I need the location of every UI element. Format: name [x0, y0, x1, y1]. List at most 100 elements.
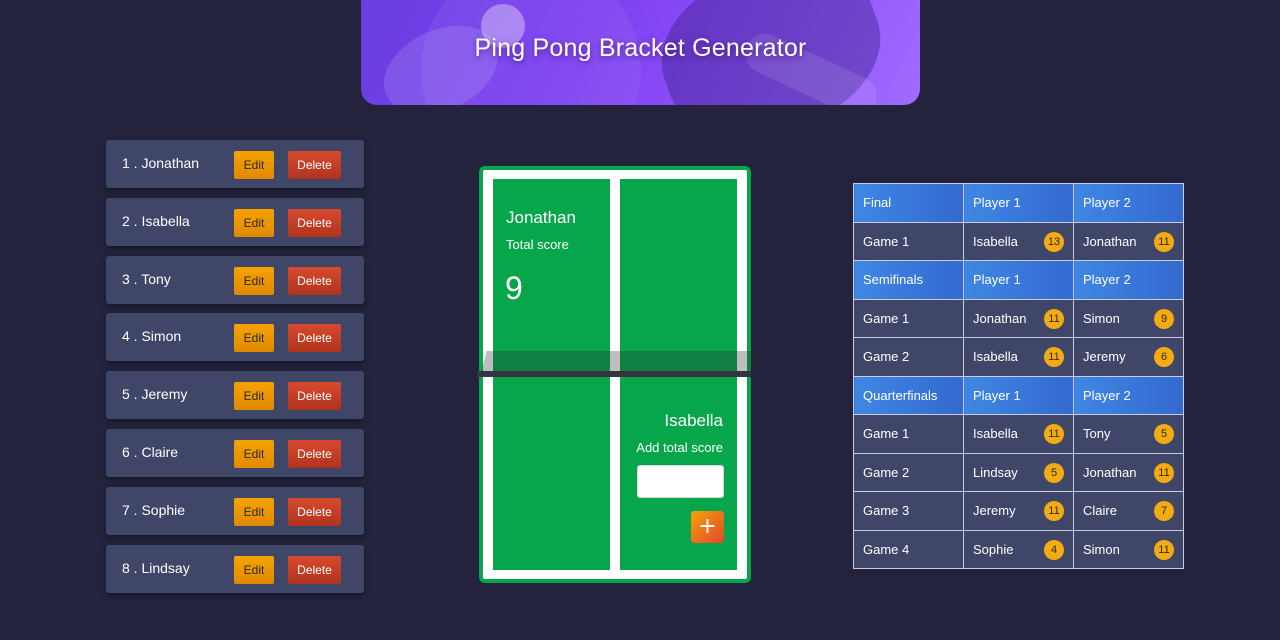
delete-button[interactable]: Delete — [288, 208, 341, 237]
header-banner: Ping Pong Bracket Generator — [361, 0, 920, 105]
player-name: 5 . Jeremy — [122, 386, 188, 403]
player-name: Jonathan — [973, 310, 1027, 326]
score-badge: 4 — [1044, 539, 1064, 560]
edit-button[interactable]: Edit — [234, 382, 274, 411]
player-row: 7 . Sophie Edit Delete — [106, 486, 364, 535]
player-name: Jeremy — [973, 503, 1016, 519]
bracket-game-row: Game 3 Jeremy 11 Claire 7 — [853, 491, 1184, 531]
player1-cell: Lindsay 5 — [963, 452, 1074, 492]
bracket-round-header: Final Player 1 Player 2 — [853, 183, 1184, 223]
player2-cell: Claire 7 — [1073, 491, 1184, 531]
player-name: Lindsay — [973, 464, 1018, 480]
score-badge: 9 — [1154, 308, 1174, 329]
bracket-game-row: Game 1 Isabella 11 Tony 5 — [853, 414, 1184, 454]
court-quadrant — [493, 377, 610, 570]
player-name: Sophie — [973, 541, 1014, 557]
player-name: Jonathan — [1083, 233, 1137, 249]
game-label: Game 2 — [853, 452, 964, 492]
edit-button[interactable]: Edit — [234, 497, 274, 526]
player2-cell: Jonathan 11 — [1073, 221, 1184, 261]
game-label: Game 2 — [853, 337, 964, 377]
player1-name: Jonathan — [506, 208, 576, 227]
player2-cell: Tony 5 — [1073, 414, 1184, 454]
player-name: Isabella — [973, 426, 1018, 442]
edit-button[interactable]: Edit — [234, 324, 274, 353]
round-title: Quarterfinals — [853, 375, 964, 415]
bracket-game-row: Game 4 Sophie 4 Simon 11 — [853, 529, 1184, 569]
player1-total-score: 9 — [505, 270, 523, 306]
game-label: Game 1 — [853, 298, 964, 338]
column-header: Player 1 — [963, 260, 1074, 300]
player-name: 1 . Jonathan — [122, 155, 200, 171]
column-header: Player 2 — [1073, 375, 1184, 415]
page-title: Ping Pong Bracket Generator — [474, 34, 807, 62]
player1-cell: Jonathan 11 — [963, 298, 1074, 338]
player-name: Isabella — [973, 349, 1018, 365]
total-score-input[interactable] — [637, 465, 724, 498]
add-score-button[interactable]: + — [691, 511, 724, 543]
player-name: Tony — [1083, 426, 1111, 442]
delete-button[interactable]: Delete — [288, 324, 341, 353]
edit-button[interactable]: Edit — [234, 266, 274, 295]
score-badge: 11 — [1044, 501, 1064, 521]
round-title: Semifinals — [853, 260, 964, 300]
column-header: Player 2 — [1073, 183, 1184, 223]
player-name: Jeremy — [1083, 349, 1126, 365]
score-badge: 11 — [1044, 308, 1064, 329]
game-label: Game 1 — [853, 414, 964, 454]
score-badge: 11 — [1154, 462, 1174, 483]
player-name: Jonathan — [1083, 464, 1137, 480]
court-quadrant — [620, 179, 737, 371]
column-header: Player 1 — [963, 183, 1074, 223]
player-name: 6 . Claire — [122, 443, 179, 460]
player-row: 3 . Tony Edit Delete — [106, 255, 364, 304]
edit-button[interactable]: Edit — [234, 555, 274, 584]
score-badge: 6 — [1154, 347, 1174, 367]
score-badge: 11 — [1044, 424, 1064, 444]
bracket-round-header: Semifinals Player 1 Player 2 — [853, 260, 1184, 300]
delete-button[interactable]: Delete — [288, 382, 341, 411]
column-header: Player 1 — [963, 375, 1074, 415]
game-label: Game 1 — [853, 221, 964, 261]
bracket-game-row: Game 1 Jonathan 11 Simon 9 — [853, 298, 1184, 338]
player2-cell: Simon 9 — [1073, 298, 1184, 338]
player-row: 8 . Lindsay Edit Delete — [106, 544, 364, 593]
delete-button[interactable]: Delete — [288, 266, 341, 295]
player-name: 7 . Sophie — [122, 501, 186, 518]
delete-button[interactable]: Delete — [288, 439, 341, 468]
bracket-game-row: Game 1 Isabella 13 Jonathan 11 — [853, 221, 1184, 261]
player-name: Simon — [1083, 310, 1120, 326]
score-badge: 11 — [1044, 347, 1064, 367]
player-name: 3 . Tony — [122, 270, 171, 287]
round-title: Final — [853, 183, 964, 223]
player1-cell: Isabella 11 — [963, 414, 1074, 454]
player2-score-label: Add total score — [636, 440, 723, 455]
delete-button[interactable]: Delete — [288, 555, 341, 584]
player2-cell: Simon 11 — [1073, 529, 1184, 569]
player-name: 4 . Simon — [122, 328, 182, 345]
player2-cell: Jeremy 6 — [1073, 337, 1184, 377]
player-name: 2 . Isabella — [122, 212, 190, 229]
player-list: 1 . Jonathan Edit Delete 2 . Isabella Edit De… — [106, 140, 364, 602]
bracket-table: Final Player 1 Player 2 Game 1 Isabella 13 Jon… — [853, 183, 1184, 569]
player-row: 5 . Jeremy Edit Delete — [106, 371, 364, 420]
player-name: 8 . Lindsay — [122, 559, 190, 576]
score-badge: 7 — [1154, 501, 1174, 521]
delete-button[interactable]: Delete — [288, 151, 341, 179]
app-page: Ping Pong Bracket Generator 1 . Jonathan… — [0, 0, 1280, 640]
net-shadow — [481, 351, 763, 373]
player-name: Simon — [1083, 541, 1120, 557]
bracket-game-row: Game 2 Lindsay 5 Jonathan 11 — [853, 452, 1184, 492]
score-badge: 5 — [1154, 424, 1174, 444]
edit-button[interactable]: Edit — [234, 151, 274, 179]
player1-cell: Jeremy 11 — [963, 491, 1074, 531]
edit-button[interactable]: Edit — [234, 208, 274, 237]
player-name: Claire — [1083, 503, 1117, 519]
player1-cell: Sophie 4 — [963, 529, 1074, 569]
delete-button[interactable]: Delete — [288, 497, 341, 526]
player1-cell: Isabella 13 — [963, 221, 1074, 261]
edit-button[interactable]: Edit — [234, 439, 274, 468]
player-row: 2 . Isabella Edit Delete — [106, 197, 364, 246]
bracket-round-header: Quarterfinals Player 1 Player 2 — [853, 375, 1184, 415]
column-header: Player 2 — [1073, 260, 1184, 300]
